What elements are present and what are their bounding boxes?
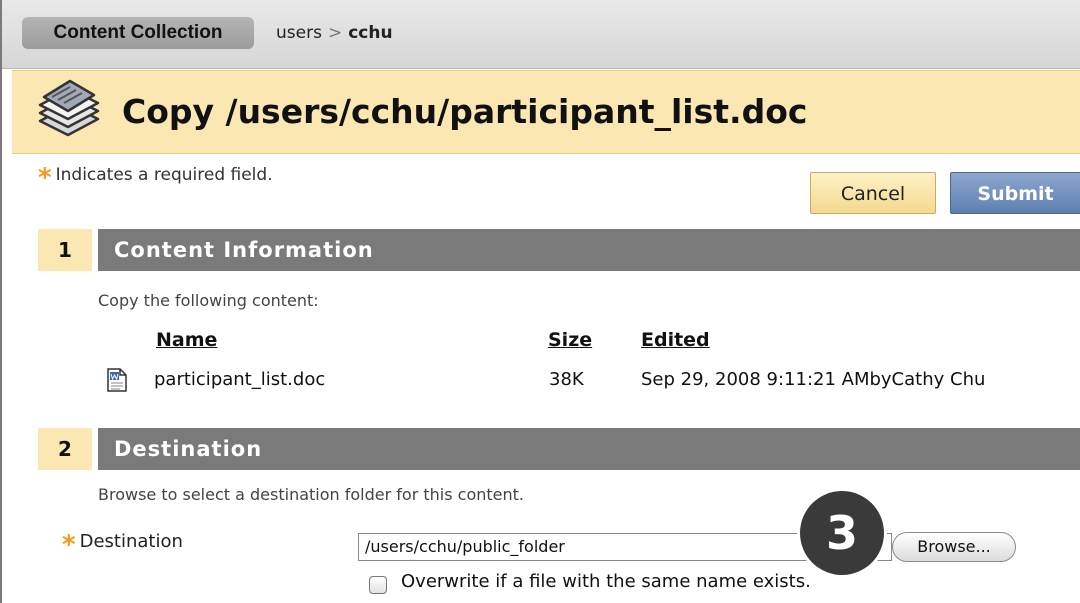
column-header-name[interactable]: Name <box>156 329 217 351</box>
word-document-icon <box>107 368 127 392</box>
page-title: Copy /users/cchu/participant_list.doc <box>122 92 808 131</box>
destination-label: * Destination <box>62 530 183 560</box>
breadcrumb-path: users > cchu <box>276 17 393 49</box>
breadcrumb-users[interactable]: users <box>276 23 322 43</box>
section-title: Destination <box>92 428 1080 470</box>
section-title: Content Information <box>92 229 1080 271</box>
section-number: 1 <box>38 229 92 271</box>
breadcrumb-separator: > <box>327 23 343 43</box>
stacked-documents-icon <box>38 79 100 137</box>
required-star-icon: * <box>62 530 76 560</box>
destination-label-text: Destination <box>79 531 183 552</box>
browse-button[interactable]: Browse... <box>892 532 1016 562</box>
breadcrumb: Content Collection users > cchu <box>2 0 1080 69</box>
section-number: 2 <box>38 428 92 470</box>
overwrite-checkbox[interactable] <box>369 576 387 594</box>
section-content-information: 1 Content Information <box>38 229 1080 271</box>
title-band: Copy /users/cchu/participant_list.doc <box>12 70 1080 154</box>
item-name[interactable]: participant_list.doc <box>154 369 325 390</box>
required-star-icon: * <box>38 163 52 193</box>
required-note-text: Indicates a required field. <box>55 165 273 185</box>
item-edited: Sep 29, 2008 9:11:21 AMbyCathy Chu <box>641 369 986 390</box>
section2-description: Browse to select a destination folder fo… <box>98 485 524 504</box>
cancel-button[interactable]: Cancel <box>810 172 936 214</box>
column-header-edited[interactable]: Edited <box>641 329 710 351</box>
required-note: * Indicates a required field. <box>38 163 273 193</box>
section1-description: Copy the following content: <box>98 291 319 310</box>
column-header-size[interactable]: Size <box>548 329 592 351</box>
section-destination: 2 Destination <box>38 428 1080 470</box>
content-collection-button[interactable]: Content Collection <box>22 17 254 49</box>
overwrite-label: Overwrite if a file with the same name e… <box>401 571 811 592</box>
item-size: 38K <box>549 369 584 390</box>
step-callout-badge: 3 <box>800 491 884 575</box>
submit-button[interactable]: Submit <box>950 172 1080 214</box>
breadcrumb-current: cchu <box>348 23 393 43</box>
